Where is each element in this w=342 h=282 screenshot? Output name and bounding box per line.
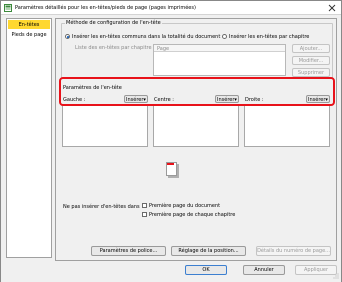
dialog-window: Paramètres détaillés pour les en-têtes/p… xyxy=(0,0,342,282)
method-group-title: Méthode de configuration de l'en-tête xyxy=(65,20,162,26)
radio-common-headers[interactable] xyxy=(65,34,70,39)
page-preview xyxy=(166,162,177,176)
position-settings-button[interactable]: Réglage de la position... xyxy=(171,246,246,256)
first-doc-page-label: Première page du document xyxy=(149,203,221,209)
cancel-button[interactable]: Annuler xyxy=(243,265,285,275)
close-icon[interactable] xyxy=(327,3,337,13)
page-number-details-button[interactable]: Détails du numéro de page... xyxy=(256,246,331,256)
category-list: En-têtes Pieds de page xyxy=(6,18,52,258)
right-header-text[interactable] xyxy=(244,105,330,147)
delete-button[interactable]: Supprimer xyxy=(292,68,330,77)
header-params-highlight xyxy=(59,77,335,106)
first-doc-page-checkbox[interactable] xyxy=(142,203,147,208)
chapter-list[interactable]: Page xyxy=(153,44,286,76)
edit-button[interactable]: Modifier... xyxy=(292,56,330,65)
chapter-list-header: Page xyxy=(154,45,285,52)
app-icon xyxy=(4,4,12,12)
left-header-text[interactable] xyxy=(62,105,148,147)
first-chapter-page-checkbox[interactable] xyxy=(142,212,147,217)
add-button[interactable]: Ajouter... xyxy=(292,44,330,53)
window-title: Paramètres détaillés pour les en-têtes/p… xyxy=(15,5,196,11)
radio-per-chapter-label: Insérer les en-têtes par chapitre xyxy=(229,34,310,40)
resize-grip-icon[interactable] xyxy=(333,273,339,279)
ok-button[interactable]: OK xyxy=(185,265,227,275)
dialog-button-bar xyxy=(1,261,341,282)
no-insert-label: Ne pas insérer d'en-têtes dans xyxy=(63,204,140,210)
font-settings-button[interactable]: Paramètres de police... xyxy=(91,246,166,256)
chapter-list-label: Liste des en-têtes par chapitre : xyxy=(75,45,155,51)
title-bar: Paramètres détaillés pour les en-têtes/p… xyxy=(1,1,341,15)
radio-per-chapter[interactable] xyxy=(222,34,227,39)
header-position-marker xyxy=(167,163,174,165)
nav-item-headers[interactable]: En-têtes xyxy=(8,20,50,29)
apply-button[interactable]: Appliquer xyxy=(295,265,337,275)
nav-item-footers[interactable]: Pieds de page xyxy=(8,30,50,39)
center-header-text[interactable] xyxy=(153,105,239,147)
first-chapter-page-label: Première page de chaque chapitre xyxy=(149,212,236,218)
radio-common-headers-label: Insérer les en-têtes communs dans la tot… xyxy=(72,34,221,40)
